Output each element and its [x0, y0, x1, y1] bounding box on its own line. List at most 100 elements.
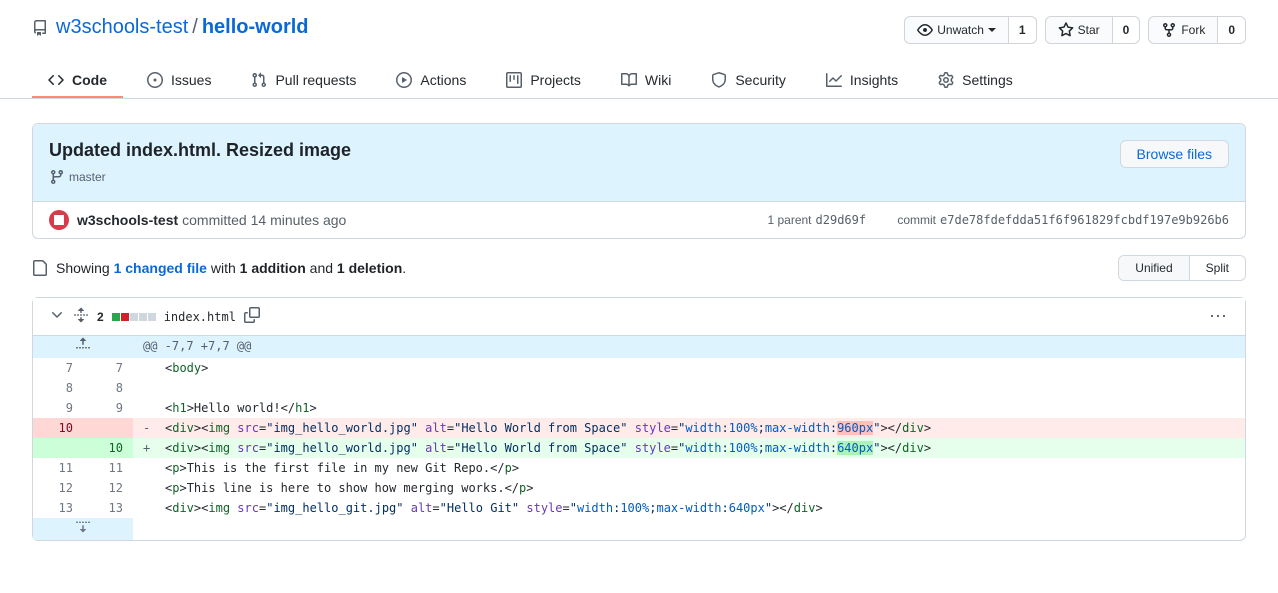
book-icon — [621, 72, 637, 88]
unified-toggle[interactable]: Unified — [1119, 256, 1189, 280]
star-icon — [1058, 22, 1074, 38]
star-count[interactable]: 0 — [1113, 16, 1141, 44]
old-line-num[interactable]: 11 — [33, 458, 83, 478]
commit-title: Updated index.html. Resized image — [49, 140, 351, 161]
new-line-num[interactable]: 8 — [83, 378, 133, 398]
new-line-num[interactable]: 7 — [83, 358, 133, 378]
expand-down-button[interactable] — [33, 518, 133, 540]
deletions-count: 1 deletion — [337, 260, 402, 276]
copy-path-button[interactable] — [244, 307, 260, 326]
commit-time: committed 14 minutes ago — [182, 212, 346, 228]
fork-icon — [1161, 22, 1177, 38]
project-icon — [506, 72, 522, 88]
unfold-icon — [73, 307, 89, 323]
eye-icon — [917, 22, 933, 38]
star-label: Star — [1078, 20, 1100, 40]
commit-full-sha: e7de78fdefdda51f6f961829fcbdf197e9b926b6 — [940, 213, 1229, 227]
star-button[interactable]: Star — [1045, 16, 1113, 44]
additions-count: 1 addition — [240, 260, 306, 276]
diff-line: 1111 <p>This is the first file in my new… — [33, 458, 1245, 478]
unwatch-button[interactable]: Unwatch — [904, 16, 1009, 44]
fold-down-icon — [75, 518, 91, 534]
tab-projects[interactable]: Projects — [490, 64, 597, 98]
file-change-count: 2 — [97, 310, 104, 324]
old-line-num[interactable]: 13 — [33, 498, 83, 518]
file-diff-icon — [32, 260, 48, 276]
commit-box: Updated index.html. Resized image master… — [32, 123, 1246, 239]
new-line-num[interactable]: 11 — [83, 458, 133, 478]
watch-count[interactable]: 1 — [1009, 16, 1037, 44]
parent-sha-link[interactable]: d29d69f — [816, 213, 867, 227]
old-line-num[interactable]: 7 — [33, 358, 83, 378]
expand-down-row — [33, 518, 1245, 540]
new-line-num[interactable]: 10 — [83, 438, 133, 458]
avatar[interactable] — [49, 210, 69, 230]
chevron-down-icon — [49, 307, 65, 323]
new-line-num — [83, 418, 133, 438]
issue-icon — [147, 72, 163, 88]
gear-icon — [938, 72, 954, 88]
tab-issues[interactable]: Issues — [131, 64, 227, 98]
commit-shas: 1 parentd29d69f commite7de78fdefdda51f6f… — [767, 213, 1229, 227]
added-token: 640px — [837, 441, 873, 455]
diff-line-deleted: 10-<div><img src="img_hello_world.jpg" a… — [33, 418, 1245, 438]
caret-down-icon — [988, 28, 996, 32]
expand-all-button[interactable] — [73, 307, 89, 326]
new-line-num[interactable]: 9 — [83, 398, 133, 418]
file-name-link[interactable]: index.html — [164, 310, 236, 324]
unwatch-label: Unwatch — [937, 20, 984, 40]
commit-branch[interactable]: master — [49, 169, 351, 185]
tab-actions[interactable]: Actions — [380, 64, 482, 98]
changed-files-link[interactable]: 1 changed file — [114, 260, 207, 276]
browse-files-button[interactable]: Browse files — [1120, 140, 1229, 168]
file-diff: 2 index.html ⋯ @@ -7,7 +7,7 @@ 77 <body>… — [32, 297, 1246, 541]
fork-label: Fork — [1181, 20, 1205, 40]
tab-insights[interactable]: Insights — [810, 64, 914, 98]
diff-line: 1313 <div><img src="img_hello_git.jpg" a… — [33, 498, 1245, 518]
old-line-num[interactable]: 8 — [33, 378, 83, 398]
diff-line: 99 <h1>Hello world!</h1> — [33, 398, 1245, 418]
hunk-header: @@ -7,7 +7,7 @@ — [133, 336, 1245, 358]
diff-line: 1212 <p>This line is here to show how me… — [33, 478, 1245, 498]
diff-line: 77 <body> — [33, 358, 1245, 378]
diff-line-added: 10+<div><img src="img_hello_world.jpg" a… — [33, 438, 1245, 458]
diff-stats: Showing 1 changed file with 1 addition a… — [32, 260, 406, 276]
branch-icon — [49, 169, 65, 185]
tab-security[interactable]: Security — [695, 64, 802, 98]
fork-count[interactable]: 0 — [1218, 16, 1246, 44]
tab-settings[interactable]: Settings — [922, 64, 1029, 98]
old-line-num[interactable]: 9 — [33, 398, 83, 418]
old-line-num[interactable]: 10 — [33, 418, 83, 438]
tab-code[interactable]: Code — [32, 64, 123, 98]
commit-author: w3schools-test committed 14 minutes ago — [49, 210, 346, 230]
repo-name-link[interactable]: hello-world — [202, 16, 309, 39]
diff-view-toggle: Unified Split — [1118, 255, 1246, 281]
expand-up-button[interactable] — [33, 336, 133, 358]
graph-icon — [826, 72, 842, 88]
repo-separator: / — [192, 16, 198, 39]
new-line-num[interactable]: 13 — [83, 498, 133, 518]
diff-line: 88 — [33, 378, 1245, 398]
deleted-token: 960px — [837, 421, 873, 435]
old-line-num[interactable]: 12 — [33, 478, 83, 498]
pull-request-icon — [251, 72, 267, 88]
play-icon — [396, 72, 412, 88]
repo-owner-link[interactable]: w3schools-test — [56, 16, 188, 39]
new-line-num[interactable]: 12 — [83, 478, 133, 498]
fork-button[interactable]: Fork — [1148, 16, 1218, 44]
repo-title: w3schools-test / hello-world — [32, 16, 309, 39]
hunk-header-row: @@ -7,7 +7,7 @@ — [33, 336, 1245, 358]
split-toggle[interactable]: Split — [1190, 256, 1245, 280]
repo-nav: Code Issues Pull requests Actions Projec… — [0, 64, 1278, 99]
code-icon — [48, 72, 64, 88]
repo-icon — [32, 20, 48, 36]
diff-table: @@ -7,7 +7,7 @@ 77 <body> 88 99 <h1>Hell… — [33, 336, 1245, 540]
shield-icon — [711, 72, 727, 88]
file-collapse-toggle[interactable] — [49, 307, 65, 326]
copy-icon — [244, 307, 260, 323]
tab-wiki[interactable]: Wiki — [605, 64, 687, 98]
author-link[interactable]: w3schools-test — [77, 212, 178, 228]
old-line-num — [33, 438, 83, 458]
file-kebab-menu[interactable]: ⋯ — [1209, 306, 1229, 327]
tab-pull-requests[interactable]: Pull requests — [235, 64, 372, 98]
